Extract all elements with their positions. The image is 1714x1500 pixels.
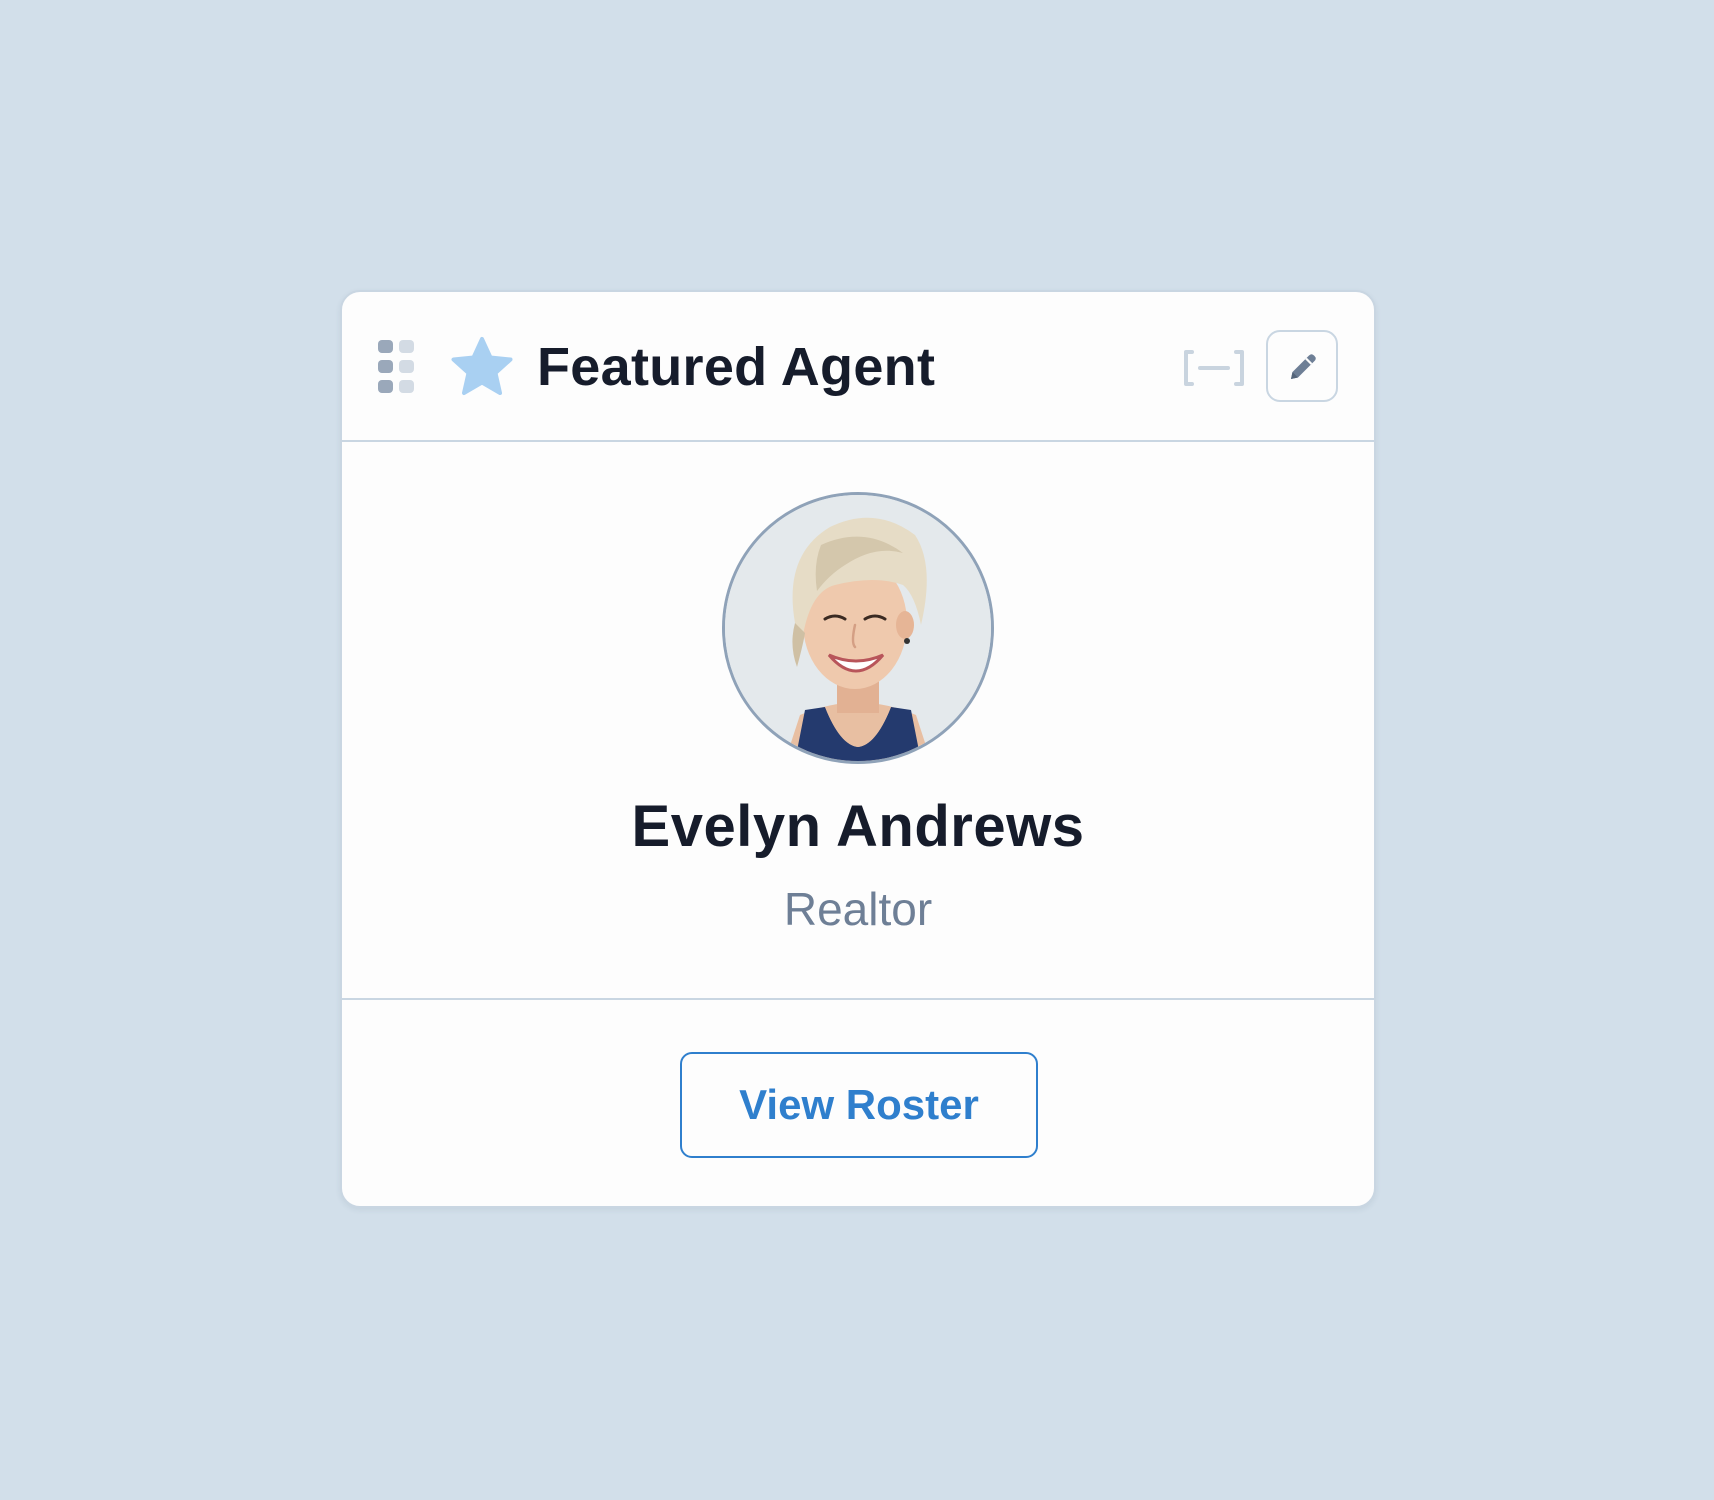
- pencil-icon: [1291, 354, 1316, 379]
- collapse-icon[interactable]: [1180, 348, 1248, 388]
- card-header: Featured Agent: [342, 292, 1374, 442]
- avatar-photo: [725, 495, 991, 761]
- card-title: Featured Agent: [537, 337, 936, 397]
- featured-agent-card: Featured Agent Evelyn Andrews Realtor Vi…: [340, 290, 1376, 1208]
- view-roster-button[interactable]: View Roster: [680, 1052, 1038, 1158]
- drag-handle-icon[interactable]: [378, 340, 418, 394]
- agent-name: Evelyn Andrews: [631, 794, 1085, 859]
- avatar: [722, 492, 994, 764]
- edit-button[interactable]: [1266, 330, 1338, 402]
- star-icon: [451, 337, 513, 395]
- agent-role: Realtor: [783, 883, 933, 935]
